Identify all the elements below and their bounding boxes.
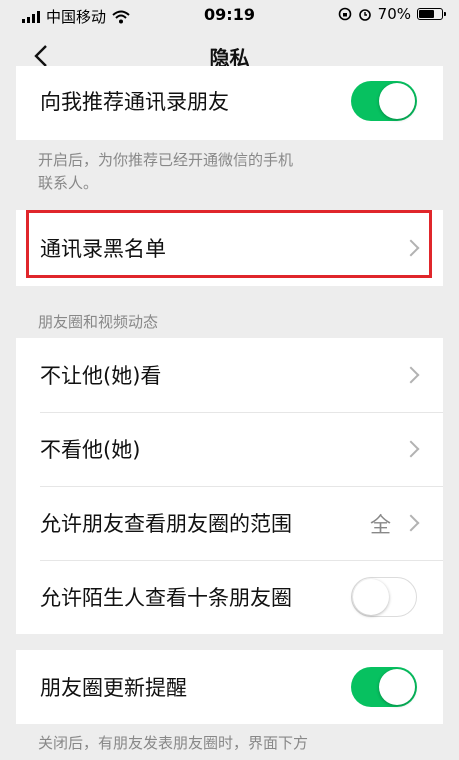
reminder-note-line1: 关闭后，有朋友发表朋友圈时，界面下方 bbox=[38, 734, 309, 752]
status-right: 70% bbox=[338, 5, 446, 23]
recommend-contacts-row[interactable]: 向我推荐通讯录朋友 bbox=[16, 66, 443, 140]
not-see-label: 不看他(她) bbox=[40, 438, 141, 462]
moments-range-label: 允许朋友查看朋友圈的范围 bbox=[40, 512, 292, 536]
status-bar: 中国移动 09:19 70% bbox=[0, 0, 459, 30]
not-let-see-row[interactable]: 不让他(她)看 bbox=[16, 338, 443, 412]
rotation-lock-icon bbox=[338, 7, 351, 21]
recommend-note-line1: 开启后，为你推荐已经开通微信的手机 bbox=[38, 151, 294, 169]
moments-reminder-card: 朋友圈更新提醒 bbox=[16, 650, 443, 724]
chevron-right-icon bbox=[402, 239, 420, 257]
chevron-right-icon bbox=[402, 514, 420, 532]
recommend-contacts-label: 向我推荐通讯录朋友 bbox=[40, 90, 229, 114]
stranger-ten-row: 允许陌生人查看十条朋友圈 bbox=[16, 560, 443, 634]
moments-reminder-toggle[interactable] bbox=[351, 667, 417, 707]
not-see-row[interactable]: 不看他(她) bbox=[16, 412, 443, 486]
battery-percent: 70% bbox=[377, 5, 411, 23]
recommend-contacts-toggle[interactable] bbox=[351, 81, 417, 121]
blacklist-card: 通讯录黑名单 bbox=[16, 210, 443, 286]
blacklist-row[interactable]: 通讯录黑名单 bbox=[16, 210, 443, 286]
moments-reminder-row: 朋友圈更新提醒 bbox=[16, 650, 443, 724]
moments-card: 不让他(她)看 不看他(她) 允许朋友查看朋友圈的范围 全 允许陌生人查看十条朋… bbox=[16, 338, 443, 634]
reminder-note: 关闭后，有朋友发表朋友圈时，界面下方 bbox=[38, 732, 418, 755]
stranger-ten-toggle[interactable] bbox=[351, 577, 417, 617]
moments-range-value: 全 bbox=[370, 513, 391, 537]
stranger-ten-label: 允许陌生人查看十条朋友圈 bbox=[40, 586, 292, 610]
battery-icon bbox=[417, 8, 446, 20]
blacklist-label: 通讯录黑名单 bbox=[40, 237, 166, 261]
chevron-right-icon bbox=[402, 440, 420, 458]
chevron-right-icon bbox=[402, 366, 420, 384]
recommend-note-line2: 联系人。 bbox=[38, 174, 99, 192]
recommend-contacts-card: 向我推荐通讯录朋友 bbox=[16, 66, 443, 140]
moments-section-title: 朋友圈和视频动态 bbox=[38, 313, 159, 331]
not-let-see-label: 不让他(她)看 bbox=[40, 364, 162, 388]
moments-reminder-label: 朋友圈更新提醒 bbox=[40, 676, 187, 700]
alarm-icon bbox=[358, 9, 371, 21]
recommend-note: 开启后，为你推荐已经开通微信的手机 联系人。 bbox=[38, 149, 418, 195]
moments-range-row[interactable]: 允许朋友查看朋友圈的范围 全 bbox=[16, 486, 443, 560]
